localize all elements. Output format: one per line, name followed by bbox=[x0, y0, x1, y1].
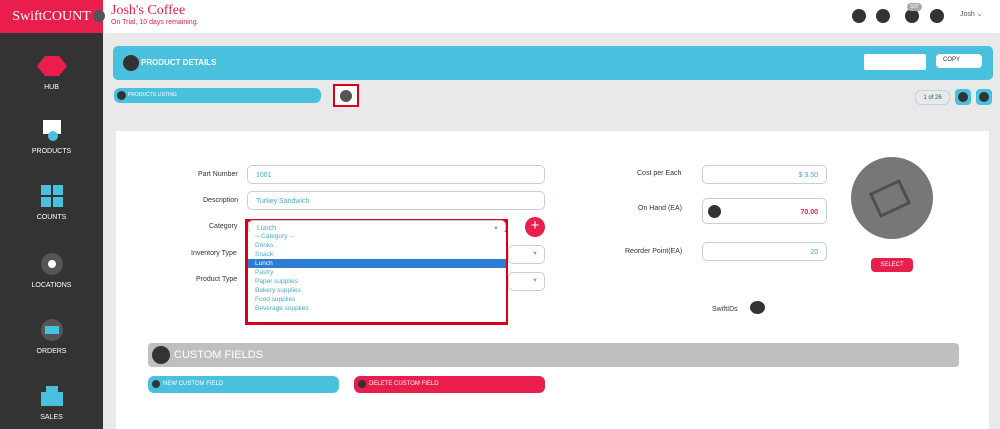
arrow-right-icon bbox=[979, 92, 989, 102]
product-type-label: Product Type bbox=[196, 276, 238, 283]
category-option[interactable]: Paper supplies bbox=[248, 277, 506, 286]
custom-fields-icon bbox=[152, 346, 170, 364]
custom-fields-title: CUSTOM FIELDS bbox=[174, 349, 264, 361]
part-number-input[interactable]: 1001 bbox=[247, 165, 545, 184]
user-menu[interactable]: Josh ⌄ bbox=[960, 10, 983, 18]
category-option-selected[interactable]: Lunch bbox=[248, 259, 506, 268]
category-option[interactable]: Pastry bbox=[248, 268, 506, 277]
category-option[interactable]: Drinks bbox=[248, 241, 506, 250]
cost-label: Cost per Each bbox=[637, 170, 682, 177]
reorder-label: Reorder Point(EA) bbox=[625, 248, 683, 255]
hub-icon bbox=[36, 56, 67, 76]
category-option[interactable]: Beverage supplies bbox=[248, 304, 506, 313]
notification-icon[interactable] bbox=[905, 9, 919, 23]
add-category-button[interactable]: + bbox=[525, 217, 545, 237]
swiftids-label: SwiftIDs bbox=[712, 306, 738, 313]
sidebar-item-counts[interactable]: COUNTS bbox=[0, 184, 103, 221]
previous-page-button[interactable] bbox=[955, 89, 971, 105]
clipboard-icon[interactable] bbox=[930, 9, 944, 23]
delete-custom-field-button[interactable]: DELETE CUSTOM FIELD bbox=[354, 376, 545, 393]
sidebar-item-products[interactable]: PRODUCTS bbox=[0, 118, 103, 155]
product-details-header: PRODUCT DETAILS COPY bbox=[113, 46, 993, 80]
counts-icon bbox=[40, 185, 63, 207]
sales-icon bbox=[40, 386, 63, 406]
description-label: Description bbox=[203, 197, 239, 204]
category-options: -- Category -- Drinks Snack Lunch Pastry… bbox=[248, 232, 506, 322]
arrow-left-icon bbox=[958, 92, 968, 102]
on-hand-icon bbox=[708, 205, 721, 218]
chevron-down-icon: ▼ bbox=[532, 278, 538, 284]
database-icon bbox=[340, 90, 352, 102]
company-icon bbox=[93, 10, 105, 22]
part-number-label: Part Number bbox=[198, 171, 238, 178]
download-icon[interactable] bbox=[852, 9, 866, 23]
copy-button[interactable]: COPY bbox=[936, 54, 982, 68]
category-option[interactable]: Food supplies bbox=[248, 295, 506, 304]
category-label: Category bbox=[209, 223, 238, 230]
product-icon bbox=[123, 55, 139, 71]
database-button[interactable] bbox=[333, 84, 359, 107]
sandwich-icon bbox=[868, 179, 912, 218]
barcode-icon[interactable] bbox=[864, 54, 926, 70]
location-icon bbox=[40, 253, 63, 275]
inventory-type-label: Inventory Type bbox=[191, 250, 237, 257]
support-icon[interactable] bbox=[876, 9, 890, 23]
sidebar-item-orders[interactable]: ORDERS bbox=[0, 318, 103, 355]
brand-logo: SwiftCOUNT bbox=[0, 0, 103, 33]
category-option[interactable]: -- Category -- bbox=[248, 232, 506, 241]
product-image bbox=[851, 157, 933, 239]
barcode-icon bbox=[42, 120, 61, 141]
chevron-down-icon: ▼ bbox=[532, 251, 538, 257]
sidebar: SwiftCOUNT HUB PRODUCTS COUNTS LOCATIONS… bbox=[0, 0, 103, 429]
category-option[interactable]: Bakery supplies bbox=[248, 286, 506, 295]
next-page-button[interactable] bbox=[976, 89, 992, 105]
cost-input[interactable]: $ 3.50 bbox=[702, 165, 827, 184]
truck-icon bbox=[40, 319, 63, 341]
select-image-button[interactable]: SELECT bbox=[871, 258, 913, 272]
trial-status: On Trial, 10 days remaining. bbox=[111, 19, 199, 26]
inventory-type-select[interactable]: ▼ bbox=[508, 245, 545, 264]
product-type-select[interactable]: ▼ bbox=[508, 272, 545, 291]
company-name: Josh's Coffee bbox=[111, 3, 186, 18]
custom-fields-header: CUSTOM FIELDS bbox=[148, 343, 959, 367]
sidebar-item-locations[interactable]: LOCATIONS bbox=[0, 252, 103, 289]
description-input[interactable]: Turkey Sandwich bbox=[247, 191, 545, 210]
category-option[interactable]: Snack bbox=[248, 250, 506, 259]
notification-badge: 537 bbox=[907, 3, 922, 11]
header-title: PRODUCT DETAILS bbox=[141, 58, 217, 67]
reorder-input[interactable]: 20 bbox=[702, 242, 827, 261]
on-hand-label: On Hand (EA) bbox=[638, 205, 682, 212]
new-custom-field-button[interactable]: NEW CUSTOM FIELD bbox=[148, 376, 339, 393]
sidebar-item-hub[interactable]: HUB bbox=[0, 54, 103, 91]
products-listing-button[interactable]: PRODUCTS LISTING bbox=[114, 88, 321, 103]
sidebar-item-sales[interactable]: SALES bbox=[0, 384, 103, 421]
page-indicator: 1 of 26 bbox=[915, 90, 950, 105]
tag-icon[interactable] bbox=[750, 301, 765, 314]
